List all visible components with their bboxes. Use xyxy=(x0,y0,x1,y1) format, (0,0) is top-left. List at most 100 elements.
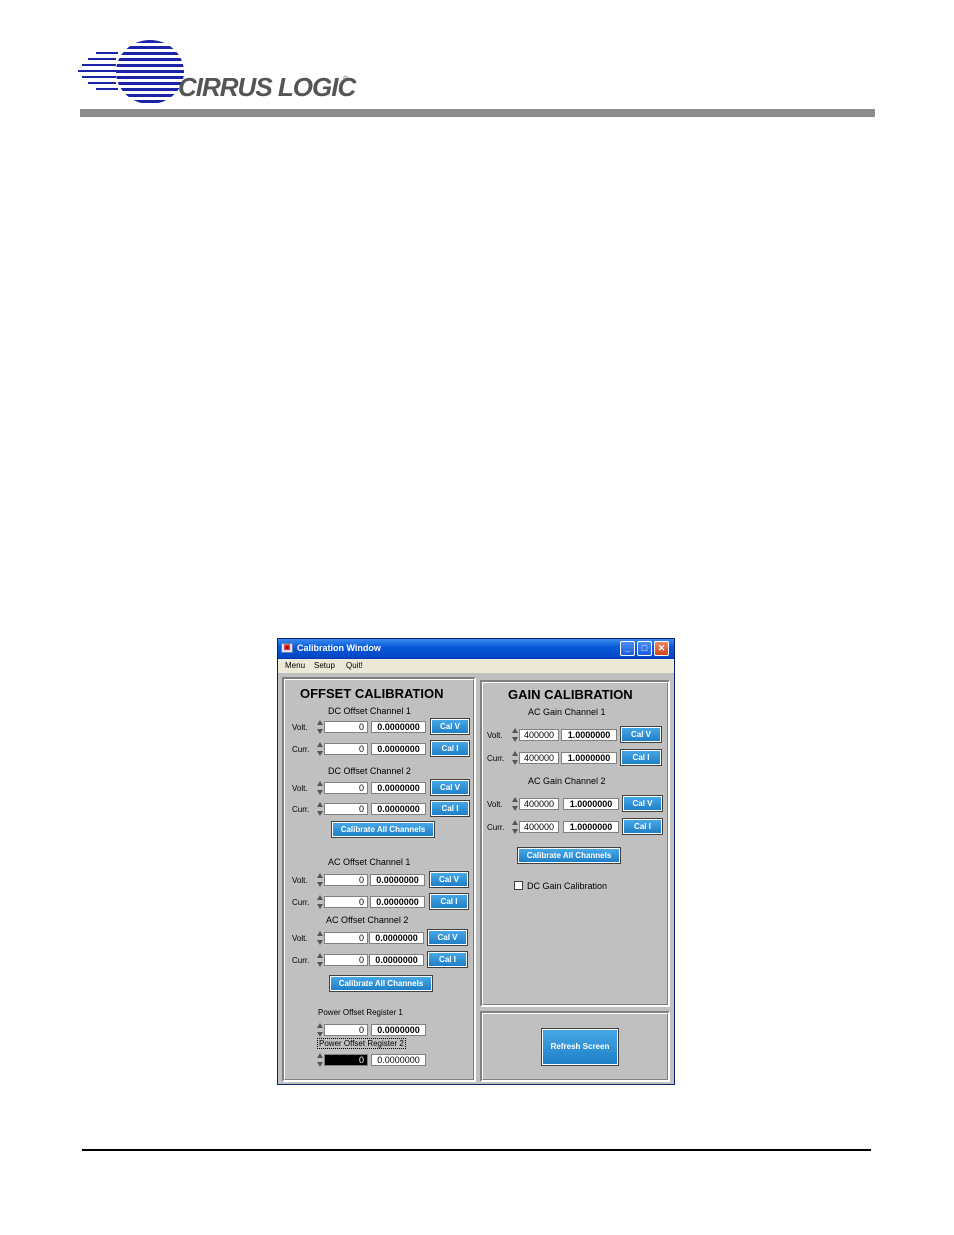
ac-offset-ch2-title: AC Offset Channel 2 xyxy=(326,915,409,925)
ac2-cal-v-button[interactable]: Cal V xyxy=(427,929,468,946)
gain1-volt-spinner[interactable] xyxy=(512,728,518,742)
pow1-input[interactable]: 0 xyxy=(324,1024,368,1036)
ac1-volt-display: 0.0000000 xyxy=(370,874,425,886)
dc2-volt-spinner[interactable] xyxy=(317,781,323,795)
gain2-volt-display: 1.0000000 xyxy=(563,798,619,810)
dc-gain-calibration-checkbox[interactable] xyxy=(514,881,523,890)
registered-mark: ® xyxy=(343,76,349,83)
gain2-cal-i-button[interactable]: Cal I xyxy=(622,818,663,835)
ac1-curr-display: 0.0000000 xyxy=(370,896,425,908)
menu-item-quit[interactable]: Quit! xyxy=(346,661,363,670)
close-button[interactable]: ✕ xyxy=(654,641,669,656)
volt-label: Volt. xyxy=(292,784,308,793)
dc-calibrate-all-button[interactable]: Calibrate All Channels xyxy=(331,821,435,838)
pow2-spinner[interactable] xyxy=(317,1053,323,1067)
ac1-volt-spinner[interactable] xyxy=(317,873,323,887)
dc2-curr-display: 0.0000000 xyxy=(371,803,426,815)
dc2-volt-input[interactable]: 0 xyxy=(324,782,368,794)
refresh-panel: Refresh Screen xyxy=(480,1011,670,1082)
dc1-curr-spinner[interactable] xyxy=(317,742,323,756)
curr-label: Curr. xyxy=(487,754,505,763)
ac-calibrate-all-button[interactable]: Calibrate All Channels xyxy=(329,975,433,992)
curr-label: Curr. xyxy=(292,745,310,754)
minimize-button[interactable]: _ xyxy=(620,641,635,656)
dc2-cal-v-button[interactable]: Cal V xyxy=(430,779,470,796)
pow1-spinner[interactable] xyxy=(317,1023,323,1037)
gain2-cal-v-button[interactable]: Cal V xyxy=(622,795,663,812)
volt-label: Volt. xyxy=(292,723,308,732)
ac1-cal-v-button[interactable]: Cal V xyxy=(429,871,469,888)
gain2-curr-display: 1.0000000 xyxy=(563,821,619,833)
menubar: Menu Setup Quit! xyxy=(278,659,674,673)
window-title: Calibration Window xyxy=(297,643,381,653)
ac2-curr-display: 0.0000000 xyxy=(369,954,424,966)
offset-calibration-panel: OFFSET CALIBRATION DC Offset Channel 1 V… xyxy=(282,677,476,1082)
dc-gain-calibration-label: DC Gain Calibration xyxy=(527,881,608,891)
gain1-curr-spinner[interactable] xyxy=(512,751,518,765)
gain1-volt-display: 1.0000000 xyxy=(561,729,617,741)
window-titlebar[interactable]: ▣ Calibration Window _ □ ✕ xyxy=(278,639,674,659)
volt-label: Volt. xyxy=(292,934,308,943)
ac2-curr-input[interactable]: 0 xyxy=(324,954,368,966)
gain2-volt-spinner[interactable] xyxy=(512,797,518,811)
gain-calibration-panel: GAIN CALIBRATION AC Gain Channel 1 Volt.… xyxy=(480,680,670,1007)
ac1-curr-input[interactable]: 0 xyxy=(324,896,368,908)
volt-label: Volt. xyxy=(487,800,503,809)
dc2-cal-i-button[interactable]: Cal I xyxy=(430,800,470,817)
curr-label: Curr. xyxy=(292,898,310,907)
footer-rule xyxy=(82,1149,871,1151)
ac2-volt-display: 0.0000000 xyxy=(369,932,424,944)
dc-offset-ch1-title: DC Offset Channel 1 xyxy=(328,706,411,716)
dc2-volt-display: 0.0000000 xyxy=(371,782,426,794)
dc1-volt-input[interactable]: 0 xyxy=(324,721,368,733)
ac2-volt-input[interactable]: 0 xyxy=(324,932,368,944)
refresh-screen-button[interactable]: Refresh Screen xyxy=(541,1028,619,1066)
ac-gain-ch1-title: AC Gain Channel 1 xyxy=(528,707,606,717)
curr-label: Curr. xyxy=(292,956,310,965)
ac2-volt-spinner[interactable] xyxy=(317,931,323,945)
gain1-curr-input[interactable]: 400000 xyxy=(519,752,559,764)
gain-calibrate-all-button[interactable]: Calibrate All Channels xyxy=(517,847,621,864)
power-offset-reg2-title: Power Offset Register 2 xyxy=(317,1038,406,1049)
gain1-volt-input[interactable]: 400000 xyxy=(519,729,559,741)
menu-item-setup[interactable]: Setup xyxy=(314,661,335,670)
ac2-curr-spinner[interactable] xyxy=(317,953,323,967)
gain2-curr-spinner[interactable] xyxy=(512,820,518,834)
menu-item-menu[interactable]: Menu xyxy=(285,661,305,670)
gain2-curr-input[interactable]: 400000 xyxy=(519,821,559,833)
curr-label: Curr. xyxy=(292,805,310,814)
offset-calibration-title: OFFSET CALIBRATION xyxy=(300,686,444,701)
gain1-curr-display: 1.0000000 xyxy=(561,752,617,764)
header-rule xyxy=(80,109,875,117)
curr-label: Curr. xyxy=(487,823,505,832)
ac1-volt-input[interactable]: 0 xyxy=(324,874,368,886)
dc1-curr-input[interactable]: 0 xyxy=(324,743,368,755)
volt-label: Volt. xyxy=(292,876,308,885)
dc1-volt-display: 0.0000000 xyxy=(371,721,426,733)
ac-gain-ch2-title: AC Gain Channel 2 xyxy=(528,776,606,786)
ac1-cal-i-button[interactable]: Cal I xyxy=(429,893,469,910)
dc2-curr-spinner[interactable] xyxy=(317,802,323,816)
gain1-cal-v-button[interactable]: Cal V xyxy=(620,726,662,743)
dc1-cal-i-button[interactable]: Cal I xyxy=(430,740,470,757)
app-icon: ▣ xyxy=(281,643,293,653)
ac1-curr-spinner[interactable] xyxy=(317,895,323,909)
power-offset-reg1-title: Power Offset Register 1 xyxy=(318,1008,403,1017)
dc1-volt-spinner[interactable] xyxy=(317,720,323,734)
dc1-cal-v-button[interactable]: Cal V xyxy=(430,718,470,735)
pow2-input[interactable]: 0 xyxy=(324,1054,368,1066)
dc2-curr-input[interactable]: 0 xyxy=(324,803,368,815)
dc-offset-ch2-title: DC Offset Channel 2 xyxy=(328,766,411,776)
gain-calibration-title: GAIN CALIBRATION xyxy=(508,687,633,702)
volt-label: Volt. xyxy=(487,731,503,740)
dc1-curr-display: 0.0000000 xyxy=(371,743,426,755)
gain1-cal-i-button[interactable]: Cal I xyxy=(620,749,662,766)
maximize-button[interactable]: □ xyxy=(637,641,652,656)
ac-offset-ch1-title: AC Offset Channel 1 xyxy=(328,857,411,867)
gain2-volt-input[interactable]: 400000 xyxy=(519,798,559,810)
pow1-display: 0.0000000 xyxy=(371,1024,426,1036)
pow2-display: 0.0000000 xyxy=(371,1054,426,1066)
logo-wordmark: CIRRUS LOGIC xyxy=(178,72,356,102)
calibration-window: ▣ Calibration Window _ □ ✕ Menu Setup Qu… xyxy=(277,638,675,1085)
ac2-cal-i-button[interactable]: Cal I xyxy=(427,951,468,968)
